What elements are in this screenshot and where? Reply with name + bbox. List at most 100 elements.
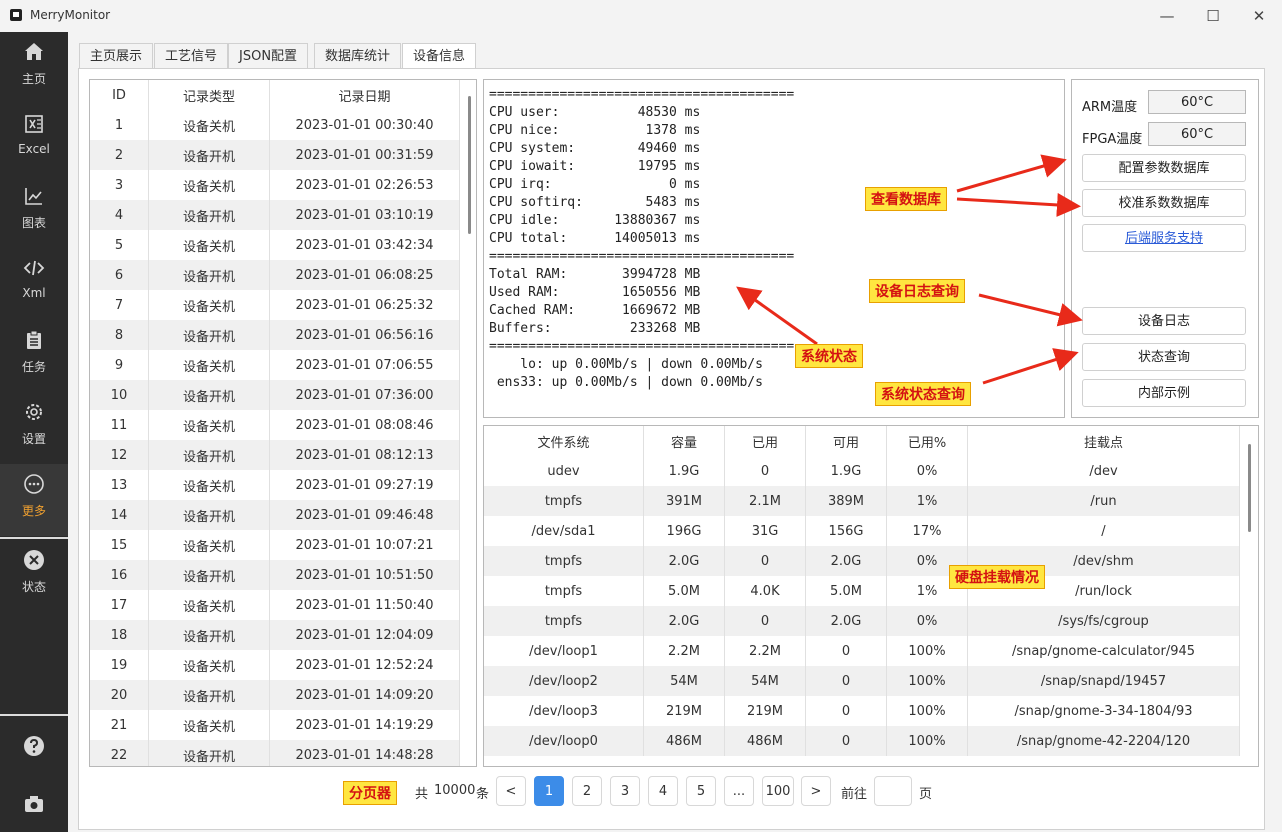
table-row[interactable]: 4 设备开机 2023-01-01 03:10:19 (90, 200, 460, 230)
column-header-filesystem[interactable]: 文件系统 (484, 426, 644, 456)
backend-support-link[interactable]: 后端服务支持 (1082, 224, 1246, 252)
table-row[interactable]: /dev/loop2 54M 54M 0 100%/snap/snapd/19457 (484, 666, 1240, 696)
arm-temp-label: ARM温度 (1082, 100, 1138, 115)
tab-process-signal[interactable]: 工艺信号 (154, 43, 229, 70)
table-row[interactable]: 3 设备关机 2023-01-01 02:26:53 (90, 170, 460, 200)
table-row[interactable]: tmpfs 2.0G 0 2.0G 0%/sys/fs/cgroup (484, 606, 1240, 636)
cell-available: 5.0M (805, 576, 887, 606)
status-query-button[interactable]: 状态查询 (1082, 343, 1246, 371)
table-row[interactable]: 6 设备开机 2023-01-01 06:08:25 (90, 260, 460, 290)
pager-page-3[interactable]: 3 (610, 776, 640, 806)
sidebar-item-label: 任务 (21, 360, 46, 374)
tab-home-display[interactable]: 主页展示 (79, 43, 154, 70)
internal-example-button[interactable]: 内部示例 (1082, 379, 1246, 407)
table-row[interactable]: tmpfs 2.0G 0 2.0G 0%/dev/shm (484, 546, 1240, 576)
column-header-record-type[interactable]: 记录类型 (148, 80, 270, 110)
cell-used: 0 (724, 606, 806, 636)
sidebar-item-status[interactable]: 状态 (0, 540, 68, 612)
pager-next-button[interactable]: > (801, 776, 831, 806)
column-header-size[interactable]: 容量 (643, 426, 725, 456)
column-header-mount-point[interactable]: 挂载点 (967, 426, 1240, 456)
cell-record-type: 设备开机 (148, 200, 270, 230)
cell-record-type: 设备开机 (148, 440, 270, 470)
camera-icon[interactable] (22, 792, 46, 816)
table-row[interactable]: 12 设备开机 2023-01-01 08:12:13 (90, 440, 460, 470)
table-row[interactable]: 13 设备关机 2023-01-01 09:27:19 (90, 470, 460, 500)
table-row[interactable]: udev 1.9G 0 1.9G 0%/dev (484, 456, 1240, 486)
cell-use-percent: 17% (886, 516, 968, 546)
sidebar-item-home[interactable]: 主页 (0, 32, 68, 104)
pager-page-4[interactable]: 4 (648, 776, 678, 806)
table-row[interactable]: 20 设备开机 2023-01-01 14:09:20 (90, 680, 460, 710)
cell-available: 0 (805, 636, 887, 666)
annotation-system-status: 系统状态 (795, 344, 863, 368)
cell-mount-point: /sys/fs/cgroup (967, 606, 1240, 636)
table-row[interactable]: 2 设备开机 2023-01-01 00:31:59 (90, 140, 460, 170)
table-row[interactable]: /dev/loop3 219M 219M 0 100%/snap/gnome-3-34-… (484, 696, 1240, 726)
pager-page-100[interactable]: 100 (762, 776, 794, 806)
pager-prev-button[interactable]: < (496, 776, 526, 806)
column-header-id[interactable]: ID (90, 80, 149, 110)
minimize-button[interactable]: — (1144, 0, 1190, 32)
cell-record-type: 设备关机 (148, 110, 270, 140)
log-table-scrollbar[interactable] (468, 96, 471, 234)
pager-total-prefix: 共 (415, 787, 429, 802)
table-row[interactable]: 7 设备关机 2023-01-01 06:25:32 (90, 290, 460, 320)
calibration-db-button[interactable]: 校准系数数据库 (1082, 189, 1246, 217)
device-log-button[interactable]: 设备日志 (1082, 307, 1246, 335)
table-row[interactable]: /dev/sda1 196G 31G 156G 17% / (484, 516, 1240, 546)
cell-id: 6 (90, 260, 149, 290)
maximize-button[interactable]: ☐ (1190, 0, 1236, 32)
tab-device-info[interactable]: 设备信息 (402, 43, 477, 71)
gear-icon (26, 404, 42, 420)
table-row[interactable]: 21 设备关机 2023-01-01 14:19:29 (90, 710, 460, 740)
sidebar-item-more[interactable]: 更多 (0, 464, 68, 536)
table-row[interactable]: 10 设备开机 2023-01-01 07:36:00 (90, 380, 460, 410)
cell-available: 0 (805, 726, 887, 756)
column-header-use-percent[interactable]: 已用% (886, 426, 968, 456)
tab-db-stats[interactable]: 数据库统计 (314, 43, 402, 70)
cell-size: 1.9G (643, 456, 725, 486)
sidebar-item-xml[interactable]: Xml (0, 248, 68, 320)
table-row[interactable]: 9 设备关机 2023-01-01 07:06:55 (90, 350, 460, 380)
pager-page-1[interactable]: 1 (534, 776, 564, 806)
sidebar-item-task[interactable]: 任务 (0, 320, 68, 392)
table-row[interactable]: /dev/loop1 2.2M 2.2M 0 100%/snap/gnome-calcu… (484, 636, 1240, 666)
table-row[interactable]: tmpfs 391M 2.1M 389M 1%/run (484, 486, 1240, 516)
pager-page-2[interactable]: 2 (572, 776, 602, 806)
cell-used: 31G (724, 516, 806, 546)
help-icon[interactable] (22, 734, 46, 758)
pager-goto-input[interactable] (874, 776, 912, 806)
cell-filesystem: /dev/sda1 (484, 516, 644, 546)
column-header-record-date[interactable]: 记录日期 (269, 80, 460, 110)
table-row[interactable]: 18 设备开机 2023-01-01 12:04:09 (90, 620, 460, 650)
cell-record-date: 2023-01-01 06:08:25 (269, 260, 460, 290)
column-header-used[interactable]: 已用 (724, 426, 806, 456)
table-row[interactable]: 17 设备关机 2023-01-01 11:50:40 (90, 590, 460, 620)
tab-json-config[interactable]: JSON配置 (228, 43, 309, 70)
table-row[interactable]: tmpfs 5.0M 4.0K 5.0M 1%/run/lock (484, 576, 1240, 606)
table-row[interactable]: 8 设备开机 2023-01-01 06:56:16 (90, 320, 460, 350)
table-row[interactable]: 15 设备关机 2023-01-01 10:07:21 (90, 530, 460, 560)
sidebar-item-settings[interactable]: 设置 (0, 392, 68, 464)
cell-filesystem: tmpfs (484, 546, 644, 576)
sidebar-item-chart[interactable]: 图表 (0, 176, 68, 248)
close-button[interactable]: ✕ (1236, 0, 1282, 32)
sidebar-divider (0, 537, 68, 539)
sidebar-item-excel[interactable]: Excel (0, 104, 68, 176)
cell-id: 19 (90, 650, 149, 680)
table-row[interactable]: 14 设备开机 2023-01-01 09:46:48 (90, 500, 460, 530)
column-header-available[interactable]: 可用 (805, 426, 887, 456)
table-row[interactable]: 1 设备关机 2023-01-01 00:30:40 (90, 110, 460, 140)
pager-ellipsis[interactable]: ... (724, 776, 754, 806)
fs-table-scrollbar[interactable] (1248, 444, 1251, 532)
cell-record-type: 设备关机 (148, 170, 270, 200)
table-row[interactable]: 16 设备开机 2023-01-01 10:51:50 (90, 560, 460, 590)
table-row[interactable]: 22 设备开机 2023-01-01 14:48:28 (90, 740, 460, 766)
table-row[interactable]: /dev/loop0 486M 486M 0 100%/snap/gnome-42-22… (484, 726, 1240, 756)
config-db-button[interactable]: 配置参数数据库 (1082, 154, 1246, 182)
pager-page-5[interactable]: 5 (686, 776, 716, 806)
table-row[interactable]: 5 设备关机 2023-01-01 03:42:34 (90, 230, 460, 260)
table-row[interactable]: 19 设备关机 2023-01-01 12:52:24 (90, 650, 460, 680)
table-row[interactable]: 11 设备关机 2023-01-01 08:08:46 (90, 410, 460, 440)
